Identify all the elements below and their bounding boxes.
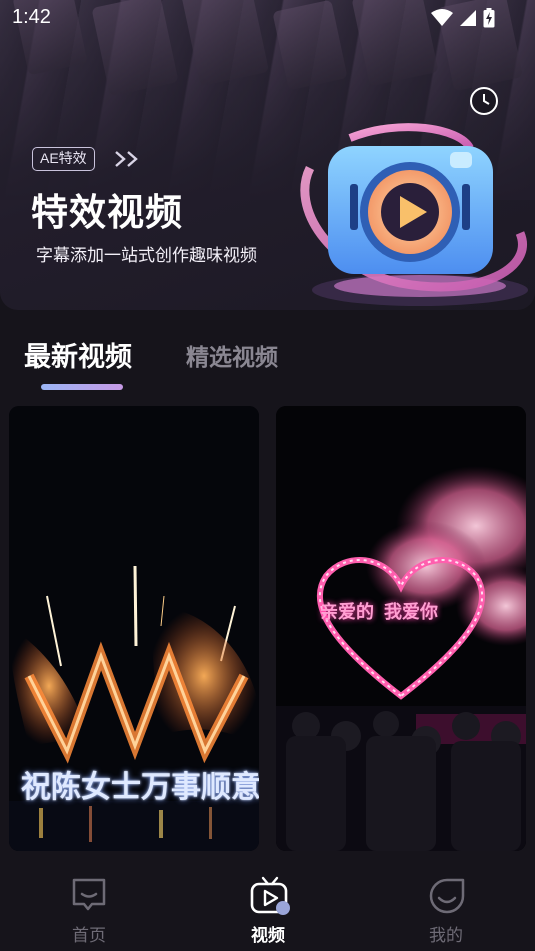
wifi-icon (431, 9, 453, 26)
history-clock-icon[interactable] (469, 86, 499, 116)
active-tab-indicator (41, 384, 123, 390)
nav-item-home[interactable]: 首页 (29, 862, 149, 951)
tv-play-icon (250, 876, 290, 915)
camera-illustration (300, 123, 528, 306)
video-tabs: 最新视频 精选视频 (0, 330, 535, 394)
nav-label-video: 视频 (251, 926, 285, 946)
status-bar: 1:42 (0, 0, 535, 36)
nav-item-video[interactable]: 视频 (208, 862, 328, 951)
status-time: 1:42 (12, 6, 51, 28)
battery-charging-icon (483, 8, 495, 28)
caption-part-right: 我爱你 (384, 602, 438, 623)
banner-title: 特效视频 (31, 191, 183, 234)
nav-label-mine: 我的 (429, 926, 463, 946)
tab-latest-videos[interactable]: 最新视频 (24, 335, 132, 374)
tab-featured-videos[interactable]: 精选视频 (186, 338, 278, 372)
video-caption: 祝陈女士万事顺意 (21, 770, 259, 805)
cellular-signal-icon (460, 10, 476, 26)
video-card[interactable]: 祝陈女士万事顺意 (9, 406, 259, 851)
status-icons (431, 8, 495, 28)
ae-effects-tag: AE特效 (32, 147, 95, 171)
caption-part-left: 亲爱的 (320, 602, 374, 623)
smile-face-icon (429, 878, 465, 914)
chat-bubble-icon (72, 878, 106, 911)
video-caption: 亲爱的 我爱你 (320, 598, 448, 624)
video-thumbnail-heart (276, 406, 526, 851)
video-card[interactable]: 亲爱的 我爱你 (276, 406, 526, 851)
nav-label-home: 首页 (72, 926, 106, 946)
nav-item-mine[interactable]: 我的 (386, 862, 506, 951)
banner[interactable]: AE特效 特效视频 字幕添加一站式创作趣味视频 (0, 0, 535, 310)
bottom-navigation: 首页 视频 我的 (0, 862, 535, 951)
banner-subtitle: 字幕添加一站式创作趣味视频 (36, 246, 257, 266)
double-chevron-right-icon (115, 151, 138, 167)
